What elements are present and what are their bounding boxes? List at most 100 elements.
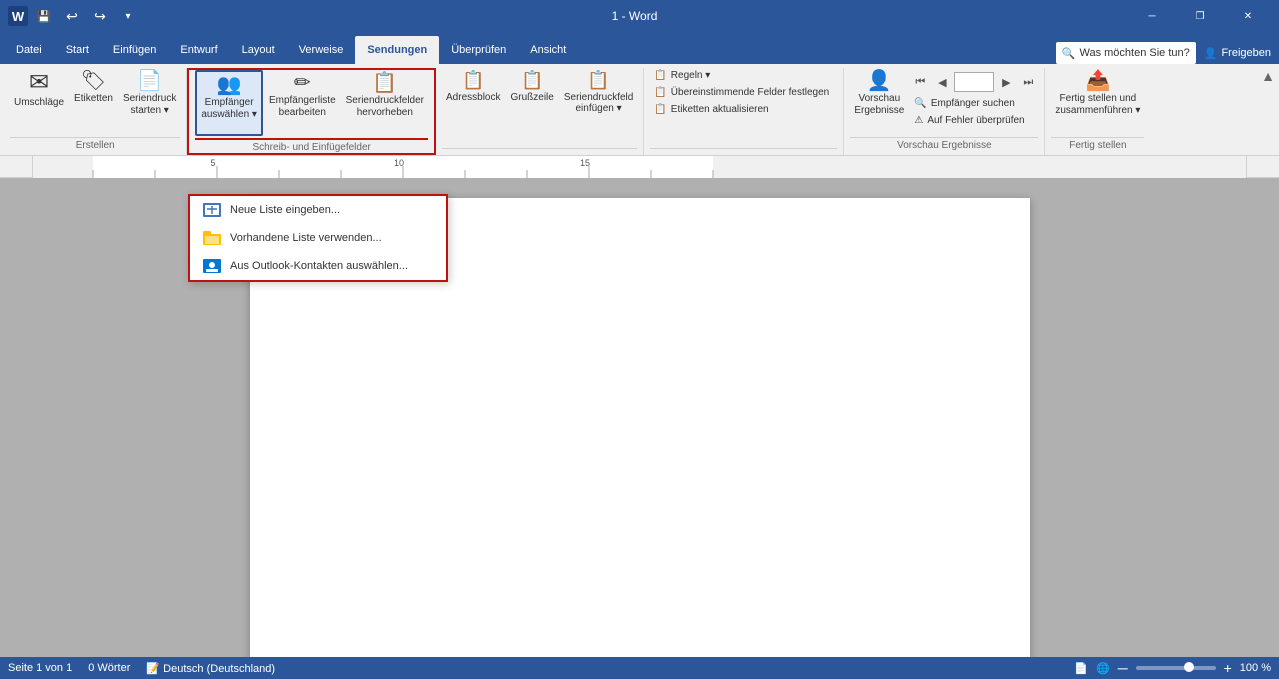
seriendruckfelder-label: Seriendruckfelderhervorheben	[346, 95, 424, 119]
tab-ansicht[interactable]: Ansicht	[518, 36, 578, 64]
zoom-slider-thumb	[1184, 662, 1194, 672]
ubereinstimmende-label: Übereinstimmende Felder festlegen	[671, 87, 829, 98]
auf-fehler-button[interactable]: ⚠ Auf Fehler überprüfen	[910, 113, 1038, 128]
refresh-labels-icon: 📋	[654, 104, 666, 115]
customize-quick-access-button[interactable]: ▾	[116, 4, 140, 28]
word-app-icon: W	[8, 6, 28, 26]
redo-button[interactable]: ↪	[88, 4, 112, 28]
fertigstellen-label: Fertig stellen undzusammenführen ▾	[1055, 93, 1140, 117]
ribbon-tabs: Datei Start Einfügen Entwurf Layout Verw…	[0, 32, 1279, 64]
empfaenger-auswaehlen-button[interactable]: 👥 Empfängerauswählen ▾	[195, 70, 263, 136]
tab-entwurf[interactable]: Entwurf	[168, 36, 229, 64]
finish-icon: 📤	[1085, 71, 1110, 91]
svg-text:15: 15	[580, 158, 590, 168]
search-recipient-icon: 🔍	[914, 98, 926, 109]
empfaenger-suchen-button[interactable]: 🔍 Empfänger suchen	[910, 96, 1038, 111]
tab-layout[interactable]: Layout	[230, 36, 287, 64]
layout-print-icon[interactable]: 📄	[1074, 662, 1088, 675]
status-bar-right: 📄 🌐 ─ + 100 %	[1074, 660, 1271, 676]
erstellen-group-label: Erstellen	[10, 137, 180, 153]
undo-button[interactable]: ↩	[60, 4, 84, 28]
ubereinstimmende-button[interactable]: 📋 Übereinstimmende Felder festlegen	[650, 85, 833, 100]
ribbon-group-vorschau: 👤 VorschauErgebnisse ⏮ ◀ ▶ ⏭ 🔍 Empf	[844, 68, 1045, 155]
next-button[interactable]: ▶	[996, 72, 1016, 92]
regeln-button[interactable]: 📋 Regeln ▾	[650, 68, 714, 83]
vorschau-label: VorschauErgebnisse	[854, 93, 904, 117]
ribbon-group-erstellen: ✉ Umschläge 🏷 Etiketten 📄 Seriendrucksta…	[4, 68, 187, 155]
etiketten-button[interactable]: 🏷 Etiketten	[70, 68, 117, 134]
tab-verweise[interactable]: Verweise	[287, 36, 356, 64]
einfuege-buttons: 📋 Adressblock 📋 Grußzeile 📋 Seriendruckf…	[442, 68, 637, 146]
prev-button[interactable]: ◀	[932, 72, 952, 92]
seriendruckfelder-button[interactable]: 📋 Seriendruckfelderhervorheben	[342, 70, 428, 136]
zoom-in-button[interactable]: +	[1224, 660, 1232, 676]
highlight-icon: 📋	[372, 73, 397, 93]
fertigstellen-content: 📤 Fertig stellen undzusammenführen ▾	[1051, 68, 1144, 135]
ribbon-group-fertigstellen: 📤 Fertig stellen undzusammenführen ▾ Fer…	[1045, 68, 1150, 155]
match-fields-icon: 📋	[654, 87, 666, 98]
fertigstellen-button[interactable]: 📤 Fertig stellen undzusammenführen ▾	[1051, 68, 1144, 134]
seriendruck-label: Seriendruckstarten ▾	[123, 93, 176, 117]
seriendruckfeld-einfuegen-button[interactable]: 📋 Seriendruckfeldeinfügen ▾	[560, 68, 637, 134]
restore-button[interactable]: ❐	[1177, 0, 1223, 32]
tab-datei[interactable]: Datei	[4, 36, 54, 64]
window-controls: ─ ❐ ✕	[1129, 0, 1271, 32]
share-button[interactable]: 👤 Freigeben	[1204, 47, 1271, 60]
neue-liste-label: Neue Liste eingeben...	[230, 204, 340, 216]
language-icon: 📝	[146, 663, 160, 675]
recipients-icon: 👥	[217, 75, 242, 95]
zoom-out-button[interactable]: ─	[1118, 660, 1128, 676]
outlook-icon	[202, 258, 222, 274]
mail-merge-icon: 📄	[137, 71, 162, 91]
ruler-area: 5 10 15	[0, 156, 1279, 178]
grusszeile-button[interactable]: 📋 Grußzeile	[506, 68, 557, 134]
help-search-box[interactable]: 🔍 Was möchten Sie tun?	[1056, 42, 1196, 64]
tab-einfuegen[interactable]: Einfügen	[101, 36, 168, 64]
page-info: Seite 1 von 1	[8, 662, 72, 674]
svg-text:10: 10	[394, 158, 404, 168]
collapse-ribbon-button[interactable]: ▲	[1261, 68, 1275, 84]
umschlaege-label: Umschläge	[14, 97, 64, 109]
envelope-icon: ✉	[29, 71, 49, 95]
empfaengerliste-button[interactable]: ✏ Empfängerlistebearbeiten	[265, 70, 340, 136]
first-button[interactable]: ⏮	[910, 72, 930, 92]
vorschau-ergebnisse-button[interactable]: 👤 VorschauErgebnisse	[850, 68, 908, 134]
language-button[interactable]: 📝 Deutsch (Deutschland)	[146, 662, 275, 675]
page-nav-input[interactable]	[954, 72, 994, 92]
minimize-button[interactable]: ─	[1129, 0, 1175, 32]
grusszeile-label: Grußzeile	[510, 92, 553, 103]
etiketten-label: Etiketten	[74, 93, 113, 105]
insert-field-icon: 📋	[587, 70, 609, 91]
share-label: Freigeben	[1221, 47, 1271, 59]
adressblock-label: Adressblock	[446, 92, 500, 103]
empfaenger-label: Empfängerauswählen ▾	[201, 97, 257, 121]
outlook-kontakte-label: Aus Outlook-Kontakten auswählen...	[230, 260, 408, 272]
ribbon-body: ✉ Umschläge 🏷 Etiketten 📄 Seriendrucksta…	[0, 64, 1279, 156]
tab-ueberpruefen[interactable]: Überprüfen	[439, 36, 518, 64]
word-count: 0 Wörter	[88, 662, 130, 674]
etiketten-aktualisieren-label: Etiketten aktualisieren	[671, 104, 769, 115]
adressblock-button[interactable]: 📋 Adressblock	[442, 68, 504, 134]
fertigstellen-group-label: Fertig stellen	[1051, 137, 1144, 153]
umschlaege-button[interactable]: ✉ Umschläge	[10, 68, 68, 134]
etiketten-aktualisieren-button[interactable]: 📋 Etiketten aktualisieren	[650, 102, 772, 117]
folder-icon	[202, 230, 222, 246]
zoom-level: 100 %	[1240, 662, 1271, 674]
close-button[interactable]: ✕	[1225, 0, 1271, 32]
tab-start[interactable]: Start	[54, 36, 101, 64]
check-errors-icon: ⚠	[914, 115, 923, 126]
vorhandene-liste-item[interactable]: Vorhandene Liste verwenden...	[190, 224, 446, 252]
greeting-icon: 📋	[521, 70, 543, 91]
save-button[interactable]: 💾	[32, 4, 56, 28]
title-bar-left: W 💾 ↩ ↪ ▾	[8, 4, 140, 28]
last-button[interactable]: ⏭	[1018, 72, 1038, 92]
tab-sendungen[interactable]: Sendungen	[355, 36, 439, 64]
ribbon-group-empfaenger: 👥 Empfängerauswählen ▾ ✏ Empfängerlisteb…	[187, 68, 436, 155]
outlook-kontakte-item[interactable]: Aus Outlook-Kontakten auswählen...	[190, 252, 446, 280]
empfaenger-dropdown-menu: Neue Liste eingeben... Vorhandene Liste …	[188, 194, 448, 282]
seriendruck-starten-button[interactable]: 📄 Seriendruckstarten ▾	[119, 68, 180, 134]
zoom-slider[interactable]	[1136, 666, 1216, 670]
layout-web-icon[interactable]: 🌐	[1096, 662, 1110, 675]
auf-fehler-label: Auf Fehler überprüfen	[927, 115, 1024, 126]
neue-liste-item[interactable]: Neue Liste eingeben...	[190, 196, 446, 224]
